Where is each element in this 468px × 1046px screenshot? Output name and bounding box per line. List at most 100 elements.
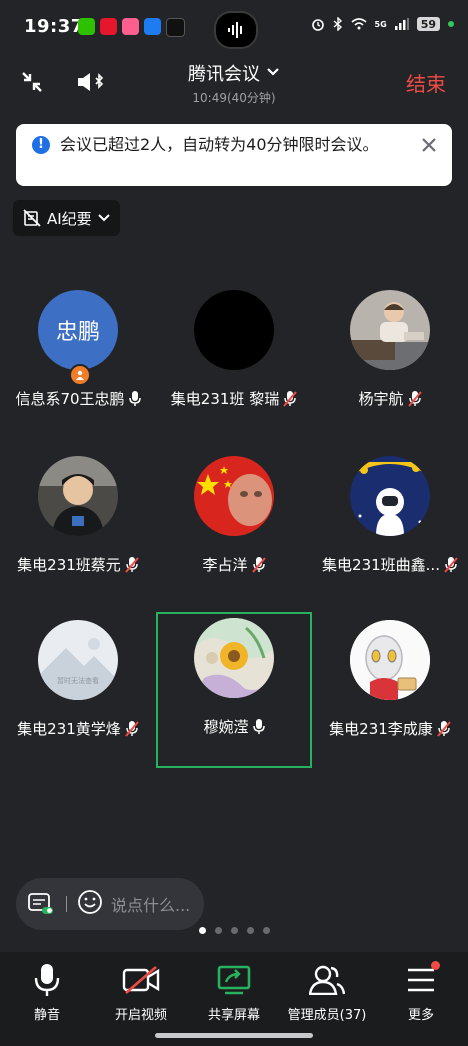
participant-name: 李占洋 [202, 556, 248, 574]
meeting-duration: 10:49(40分钟) [192, 91, 276, 105]
avatar: 暂时无法查看 [38, 620, 118, 700]
mute-button[interactable]: 静音 [0, 962, 94, 1023]
participant-name: 集电231班曲鑫... [322, 556, 440, 574]
notification-icons [78, 18, 185, 37]
page-dot[interactable] [214, 927, 222, 934]
avatar [350, 456, 430, 536]
participant-name: 集电231班 黎瑞 [170, 390, 280, 408]
mic-icon [0, 962, 94, 998]
chat-input-placeholder[interactable]: 说点什么... [111, 892, 190, 916]
chevron-down-icon[interactable] [266, 62, 280, 81]
privacy-indicator [448, 21, 454, 27]
mic-muted-icon [125, 556, 139, 573]
divider [66, 896, 67, 912]
page-dot[interactable] [262, 927, 270, 934]
home-indicator[interactable] [155, 1033, 313, 1038]
battery-indicator: 59 [416, 17, 440, 31]
mic-muted-icon [251, 556, 266, 573]
chat-panel-icon[interactable] [28, 892, 54, 916]
share-screen-button[interactable]: 共享屏幕 [187, 962, 281, 1023]
close-icon[interactable] [420, 136, 438, 158]
meeting-title[interactable]: 腾讯会议 [188, 64, 260, 85]
meeting-title-area[interactable]: 腾讯会议 10:49(40分钟) [0, 60, 468, 106]
share-screen-label: 共享屏幕 [207, 1008, 260, 1023]
mic-muted-icon [437, 720, 451, 737]
menu-icon [374, 961, 468, 998]
manage-members-label: 管理成员(37) [287, 1008, 367, 1023]
status-bar: 19:37 5G 59 [0, 0, 468, 56]
start-video-label: 开启视频 [114, 1008, 167, 1023]
mic-muted-icon [125, 720, 139, 737]
host-badge-icon [69, 364, 91, 386]
audio-wave-icon [228, 22, 242, 38]
start-video-button[interactable]: 开启视频 [94, 962, 188, 1023]
page-dot[interactable] [198, 927, 206, 934]
participant-tile[interactable]: 李占洋 [156, 450, 312, 606]
time-limit-notice: ! 会议已超过2人，自动转为40分钟限时会议。 [16, 124, 452, 186]
participant-name: 集电231黄学烽 [17, 720, 121, 738]
participant-tile[interactable]: 忠鹏 信息系70王忠鹏 [0, 284, 156, 440]
share-screen-icon [187, 962, 281, 998]
mic-on-icon [128, 390, 141, 406]
participant-name: 集电231班蔡元 [17, 556, 121, 574]
end-meeting-button[interactable]: 结束 [406, 68, 446, 97]
video-off-icon [94, 962, 188, 998]
chat-input-bar[interactable]: 说点什么... [16, 878, 204, 930]
status-time: 19:37 [24, 16, 84, 37]
wifi-icon [351, 18, 367, 30]
mic-muted-icon [283, 390, 297, 407]
signal-icon [394, 18, 409, 30]
alarm-icon [311, 19, 324, 31]
more-button[interactable]: 更多 [374, 961, 468, 1023]
avatar [350, 620, 430, 700]
mute-label: 静音 [33, 1008, 60, 1023]
avatar [194, 618, 274, 698]
ai-summary-off-icon [23, 209, 41, 227]
participant-tile-active-speaker[interactable]: 穆婉滢 [156, 612, 312, 768]
participant-name: 穆婉滢 [203, 718, 249, 736]
page-dot[interactable] [230, 927, 238, 934]
ai-summary-label: AI纪要 [47, 209, 92, 228]
participant-name: 集电231李成康 [329, 720, 433, 738]
emoji-icon[interactable] [77, 889, 103, 919]
meeting-header: 腾讯会议 10:49(40分钟) 结束 [0, 56, 468, 108]
participant-tile[interactable]: 集电231李成康 [312, 614, 468, 770]
avatar: 忠鹏 [38, 290, 118, 370]
tiktok-icon [166, 18, 185, 37]
app-icon [122, 18, 139, 35]
dynamic-island [214, 11, 258, 49]
participant-tile[interactable]: 杨宇航 [312, 284, 468, 440]
participant-name: 信息系70王忠鹏 [15, 390, 125, 408]
participant-tile[interactable]: 集电231班 黎瑞 [156, 284, 312, 440]
app-icon [144, 18, 161, 35]
mic-on-icon [252, 718, 265, 734]
participant-name: 杨宇航 [358, 390, 404, 408]
chevron-down-icon [97, 214, 110, 222]
more-label: 更多 [407, 1008, 434, 1023]
avatar-caption: 暂时无法查看 [57, 677, 99, 685]
manage-members-button[interactable]: 管理成员(37) [280, 962, 374, 1023]
notification-dot [431, 961, 440, 970]
avatar [350, 290, 430, 370]
avatar [38, 456, 118, 536]
page-indicator [0, 927, 468, 934]
network-type: 5G [374, 19, 387, 29]
ai-summary-button[interactable]: AI纪要 [13, 200, 120, 236]
weibo-icon [100, 18, 117, 35]
page-dot[interactable] [246, 927, 254, 934]
avatar [194, 290, 274, 370]
participant-tile[interactable]: 暂时无法查看 集电231黄学烽 [0, 614, 156, 770]
mic-muted-icon [444, 556, 458, 573]
participant-tile[interactable]: 集电231班蔡元 [0, 450, 156, 606]
avatar-initials: 忠鹏 [55, 320, 100, 345]
mic-muted-icon [407, 390, 422, 407]
wechat-icon [78, 18, 95, 35]
meeting-toolbar: 静音 开启视频 共享屏幕 管理成员(37) 更多 [0, 952, 468, 1046]
info-icon: ! [32, 136, 50, 154]
avatar [194, 456, 274, 536]
bluetooth-icon [333, 17, 342, 31]
participant-tile[interactable]: 集电231班曲鑫... [312, 450, 468, 606]
notice-text: 会议已超过2人，自动转为40分钟限时会议。 [60, 135, 379, 154]
status-right: 5G 59 [311, 17, 454, 31]
members-icon [280, 962, 374, 998]
